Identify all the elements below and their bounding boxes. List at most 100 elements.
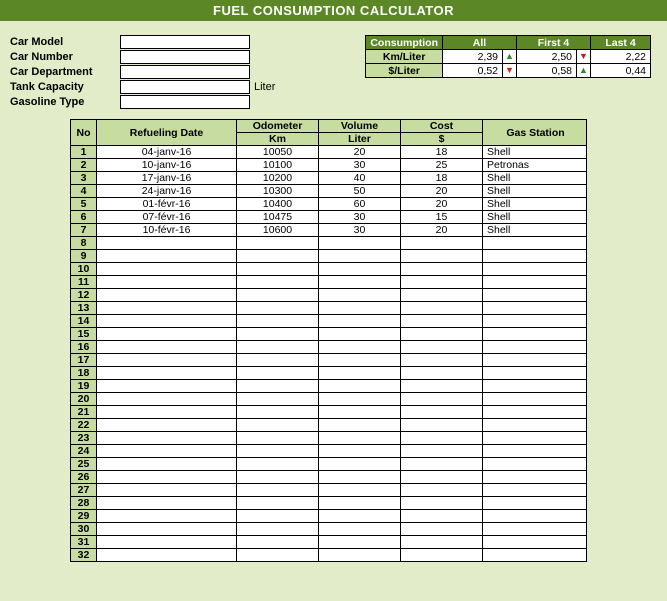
table-row[interactable]: 424-janv-16103005020Shell bbox=[71, 185, 587, 198]
cell-cost[interactable] bbox=[401, 406, 483, 419]
cell-cost[interactable] bbox=[401, 484, 483, 497]
cell-volume[interactable]: 20 bbox=[319, 146, 401, 159]
cell-volume[interactable] bbox=[319, 497, 401, 510]
cell-gas-station[interactable] bbox=[483, 328, 587, 341]
cell-odometer[interactable] bbox=[237, 315, 319, 328]
cell-odometer[interactable] bbox=[237, 406, 319, 419]
table-row[interactable]: 31 bbox=[71, 536, 587, 549]
cell-odometer[interactable] bbox=[237, 419, 319, 432]
cell-gas-station[interactable] bbox=[483, 406, 587, 419]
cell-gas-station[interactable] bbox=[483, 341, 587, 354]
cell-cost[interactable]: 15 bbox=[401, 211, 483, 224]
cell-cost[interactable] bbox=[401, 263, 483, 276]
cell-volume[interactable] bbox=[319, 484, 401, 497]
cell-date[interactable] bbox=[97, 458, 237, 471]
cell-cost[interactable] bbox=[401, 458, 483, 471]
cell-odometer[interactable] bbox=[237, 484, 319, 497]
table-row[interactable]: 24 bbox=[71, 445, 587, 458]
table-row[interactable]: 15 bbox=[71, 328, 587, 341]
cell-cost[interactable] bbox=[401, 341, 483, 354]
cell-odometer[interactable] bbox=[237, 289, 319, 302]
cell-odometer[interactable] bbox=[237, 263, 319, 276]
cell-odometer[interactable] bbox=[237, 250, 319, 263]
cell-gas-station[interactable] bbox=[483, 367, 587, 380]
cell-volume[interactable] bbox=[319, 263, 401, 276]
cell-date[interactable]: 01-févr-16 bbox=[97, 198, 237, 211]
cell-date[interactable] bbox=[97, 380, 237, 393]
cell-odometer[interactable] bbox=[237, 536, 319, 549]
cell-gas-station[interactable] bbox=[483, 237, 587, 250]
cell-volume[interactable] bbox=[319, 549, 401, 562]
cell-date[interactable] bbox=[97, 536, 237, 549]
cell-date[interactable] bbox=[97, 484, 237, 497]
table-row[interactable]: 26 bbox=[71, 471, 587, 484]
table-row[interactable]: 12 bbox=[71, 289, 587, 302]
cell-volume[interactable] bbox=[319, 393, 401, 406]
table-row[interactable]: 607-févr-16104753015Shell bbox=[71, 211, 587, 224]
cell-volume[interactable]: 30 bbox=[319, 211, 401, 224]
cell-cost[interactable]: 20 bbox=[401, 198, 483, 211]
cell-date[interactable] bbox=[97, 471, 237, 484]
cell-date[interactable] bbox=[97, 328, 237, 341]
cell-volume[interactable] bbox=[319, 237, 401, 250]
cell-date[interactable]: 10-févr-16 bbox=[97, 224, 237, 237]
input-car-number[interactable] bbox=[120, 50, 250, 64]
cell-cost[interactable] bbox=[401, 497, 483, 510]
table-row[interactable]: 32 bbox=[71, 549, 587, 562]
cell-volume[interactable] bbox=[319, 341, 401, 354]
cell-volume[interactable]: 40 bbox=[319, 172, 401, 185]
table-row[interactable]: 16 bbox=[71, 341, 587, 354]
cell-odometer[interactable] bbox=[237, 328, 319, 341]
cell-gas-station[interactable] bbox=[483, 354, 587, 367]
cell-volume[interactable] bbox=[319, 406, 401, 419]
table-row[interactable]: 18 bbox=[71, 367, 587, 380]
cell-odometer[interactable] bbox=[237, 237, 319, 250]
cell-volume[interactable] bbox=[319, 536, 401, 549]
cell-odometer[interactable] bbox=[237, 354, 319, 367]
cell-cost[interactable] bbox=[401, 302, 483, 315]
table-row[interactable]: 22 bbox=[71, 419, 587, 432]
cell-volume[interactable]: 30 bbox=[319, 224, 401, 237]
cell-cost[interactable] bbox=[401, 315, 483, 328]
cell-cost[interactable] bbox=[401, 367, 483, 380]
table-row[interactable]: 17 bbox=[71, 354, 587, 367]
cell-odometer[interactable] bbox=[237, 497, 319, 510]
cell-volume[interactable]: 50 bbox=[319, 185, 401, 198]
input-gasoline-type[interactable] bbox=[120, 95, 250, 109]
cell-date[interactable]: 17-janv-16 bbox=[97, 172, 237, 185]
cell-odometer[interactable] bbox=[237, 510, 319, 523]
cell-gas-station[interactable] bbox=[483, 445, 587, 458]
cell-volume[interactable] bbox=[319, 380, 401, 393]
cell-date[interactable] bbox=[97, 315, 237, 328]
cell-gas-station[interactable] bbox=[483, 471, 587, 484]
cell-gas-station[interactable]: Shell bbox=[483, 198, 587, 211]
cell-odometer[interactable] bbox=[237, 341, 319, 354]
cell-odometer[interactable] bbox=[237, 367, 319, 380]
cell-odometer[interactable] bbox=[237, 302, 319, 315]
table-row[interactable]: 23 bbox=[71, 432, 587, 445]
cell-cost[interactable]: 18 bbox=[401, 146, 483, 159]
cell-gas-station[interactable]: Petronas bbox=[483, 159, 587, 172]
table-row[interactable]: 21 bbox=[71, 406, 587, 419]
cell-date[interactable] bbox=[97, 445, 237, 458]
cell-date[interactable] bbox=[97, 419, 237, 432]
cell-volume[interactable] bbox=[319, 328, 401, 341]
cell-gas-station[interactable] bbox=[483, 432, 587, 445]
cell-gas-station[interactable] bbox=[483, 302, 587, 315]
table-row[interactable]: 25 bbox=[71, 458, 587, 471]
cell-volume[interactable] bbox=[319, 510, 401, 523]
cell-gas-station[interactable] bbox=[483, 289, 587, 302]
cell-odometer[interactable]: 10475 bbox=[237, 211, 319, 224]
cell-volume[interactable] bbox=[319, 432, 401, 445]
cell-cost[interactable] bbox=[401, 471, 483, 484]
cell-odometer[interactable]: 10300 bbox=[237, 185, 319, 198]
cell-date[interactable]: 07-févr-16 bbox=[97, 211, 237, 224]
cell-date[interactable] bbox=[97, 289, 237, 302]
cell-gas-station[interactable]: Shell bbox=[483, 146, 587, 159]
cell-gas-station[interactable] bbox=[483, 484, 587, 497]
input-car-model[interactable] bbox=[120, 35, 250, 49]
cell-date[interactable] bbox=[97, 341, 237, 354]
cell-cost[interactable]: 25 bbox=[401, 159, 483, 172]
cell-volume[interactable] bbox=[319, 445, 401, 458]
table-row[interactable]: 317-janv-16102004018Shell bbox=[71, 172, 587, 185]
